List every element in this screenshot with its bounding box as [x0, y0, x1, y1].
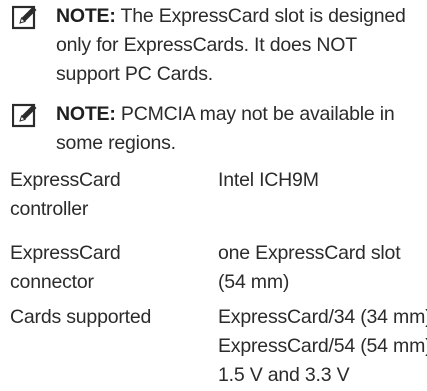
- spec-value: Intel ICH9M: [218, 166, 427, 195]
- spec-label-line: ExpressCard: [10, 242, 121, 264]
- spec-label-line: ExpressCard: [10, 169, 121, 191]
- spec-label: ExpressCard connector: [10, 239, 190, 297]
- spec-label-line: controller: [10, 198, 89, 220]
- spec-value-line: (54 mm): [218, 271, 290, 293]
- spec-label-line: Cards supported: [10, 306, 152, 328]
- spec-label: ExpressCard controller: [10, 166, 190, 224]
- note-line: support PC Cards.: [56, 63, 213, 85]
- spec-value-line: ExpressCard/54 (54 mm): [218, 335, 427, 357]
- note-line: The ExpressCard slot is designed: [120, 5, 406, 27]
- spec-value-line: 1.5 V and 3.3 V: [218, 364, 350, 386]
- spec-label: Cards supported: [10, 303, 190, 332]
- note-line: only for ExpressCards. It does NOT: [56, 34, 357, 56]
- note-label: NOTE:: [56, 103, 116, 125]
- note-text: NOTE: The ExpressCard slot is designed o…: [56, 2, 427, 89]
- note-label: NOTE:: [56, 5, 116, 27]
- pencil-note-icon: [12, 5, 37, 30]
- note-line: some regions.: [56, 132, 176, 154]
- spec-value-line: ExpressCard/34 (34 mm): [218, 306, 427, 328]
- spec-value: ExpressCard/34 (34 mm) ExpressCard/54 (5…: [218, 303, 427, 390]
- note-line: PCMCIA may not be available in: [120, 103, 395, 125]
- pencil-note-icon: [12, 103, 37, 128]
- spec-value-line: one ExpressCard slot: [218, 242, 401, 264]
- spec-value-line: Intel ICH9M: [218, 169, 319, 191]
- spec-value: one ExpressCard slot (54 mm): [218, 239, 427, 297]
- note-text: NOTE: PCMCIA may not be available in som…: [56, 100, 427, 158]
- spec-label-line: connector: [10, 271, 94, 293]
